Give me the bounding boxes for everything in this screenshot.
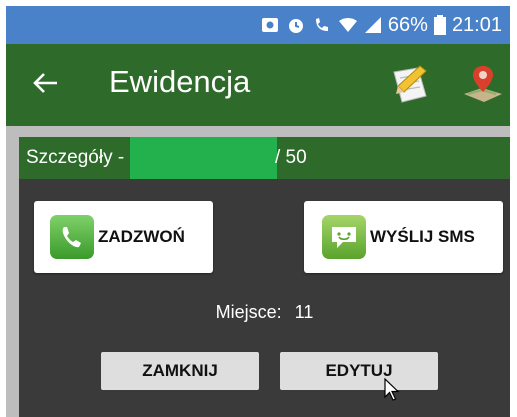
app-bar: Ewidencja <box>6 44 510 126</box>
close-button[interactable]: ZAMKNIJ <box>101 352 259 390</box>
arrow-left-icon <box>33 72 59 99</box>
back-button[interactable] <box>26 66 66 104</box>
dialog-header-prefix: Szczegóły - <box>26 147 125 168</box>
call-button-label: ZADZWOŃ <box>98 227 185 246</box>
phone-screen: 66% 21:01 Ewidencja Szczegóły - / 50 ZAD… <box>6 6 510 417</box>
dialog-header-suffix: / 50 <box>275 147 307 168</box>
page-title: Ewidencja <box>109 64 251 99</box>
edit-button[interactable]: EDYTUJ <box>280 352 438 390</box>
status-icons: 66% 21:01 <box>260 13 502 37</box>
sms-button-label: WYŚLIJ SMS <box>370 227 475 246</box>
battery-percent: 66% <box>387 13 428 36</box>
redaction-box <box>130 137 277 179</box>
place-info: Miejsce: 11 <box>19 302 510 323</box>
map-location-button[interactable] <box>460 62 506 108</box>
edit-note-icon <box>388 65 434 112</box>
signal-icon <box>364 16 382 34</box>
screenshot-icon <box>260 15 280 35</box>
sms-button[interactable]: WYŚLIJ SMS <box>304 201 503 273</box>
status-bar: 66% 21:01 <box>6 6 510 44</box>
place-label: Miejsce: <box>215 302 282 322</box>
details-dialog: Szczegóły - / 50 ZADZWOŃ WYŚLIJ SMS Miej… <box>19 137 510 417</box>
sms-bubble-icon <box>322 215 366 259</box>
mouse-pointer-icon <box>384 377 400 407</box>
alarm-icon <box>286 15 306 35</box>
phone-icon <box>50 215 94 259</box>
map-pin-icon <box>460 66 506 112</box>
wifi-call-icon <box>312 15 332 35</box>
edit-note-button[interactable] <box>388 62 434 108</box>
wifi-icon <box>338 15 358 35</box>
place-value: 11 <box>294 302 314 322</box>
dialog-header: Szczegóły - / 50 <box>19 137 510 179</box>
battery-icon <box>433 15 446 35</box>
clock: 21:01 <box>451 13 502 36</box>
call-button[interactable]: ZADZWOŃ <box>34 201 213 273</box>
